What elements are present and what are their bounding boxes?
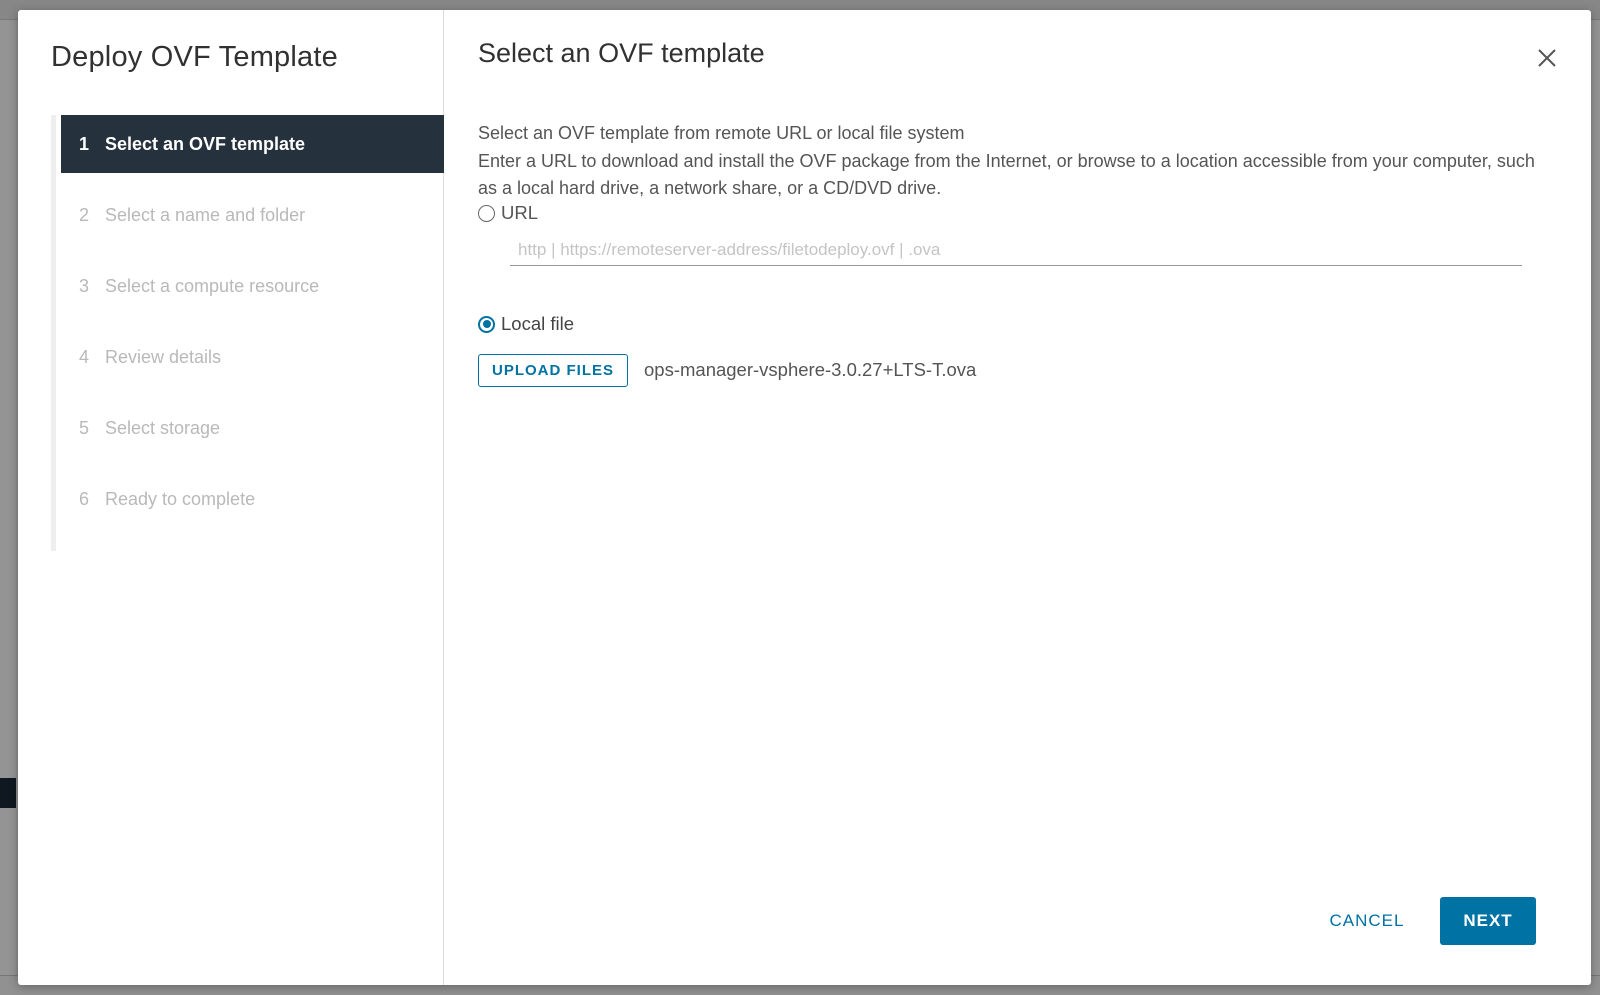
local-file-option-label: Local file xyxy=(501,313,575,334)
url-radio[interactable] xyxy=(478,204,495,222)
step-number: 5 xyxy=(79,417,90,438)
close-button[interactable] xyxy=(1533,44,1561,72)
step-label: Select storage xyxy=(105,417,221,438)
wizard-sidebar: Deploy OVF Template 1 Select an OVF temp… xyxy=(18,10,444,985)
wizard-title: Deploy OVF Template xyxy=(51,41,338,73)
wizard-step-5[interactable]: 5 Select storage xyxy=(61,399,444,457)
close-icon xyxy=(1538,49,1556,67)
step-label: Select a name and folder xyxy=(105,204,306,225)
step-number: 4 xyxy=(79,346,90,367)
instructions: Select an OVF template from remote URL o… xyxy=(478,120,1558,203)
page-title: Select an OVF template xyxy=(478,38,765,68)
wizard-step-6[interactable]: 6 Ready to complete xyxy=(61,470,444,528)
local-file-option[interactable]: Local file xyxy=(478,313,574,335)
step-number: 1 xyxy=(79,133,90,154)
url-option[interactable]: URL xyxy=(478,202,538,224)
url-option-label: URL xyxy=(501,202,539,223)
instructions-line-1: Select an OVF template from remote URL o… xyxy=(478,123,965,143)
local-file-radio[interactable] xyxy=(478,315,495,333)
upload-files-button[interactable]: UPLOAD FILES xyxy=(478,354,628,387)
step-label: Select an OVF template xyxy=(105,133,306,154)
wizard-step-2[interactable]: 2 Select a name and folder xyxy=(61,186,444,244)
steps-rail xyxy=(51,115,56,551)
wizard-steps: 1 Select an OVF template 2 Select a name… xyxy=(61,115,444,541)
next-button[interactable]: NEXT xyxy=(1440,897,1536,945)
selected-file-name: ops-manager-vsphere-3.0.27+LTS-T.ova xyxy=(644,359,977,380)
wizard-step-1[interactable]: 1 Select an OVF template xyxy=(61,115,444,173)
wizard-step-3[interactable]: 3 Select a compute resource xyxy=(61,257,444,315)
step-label: Select a compute resource xyxy=(105,275,320,296)
wizard-step-4[interactable]: 4 Review details xyxy=(61,328,444,386)
step-label: Ready to complete xyxy=(105,488,256,509)
step-number: 3 xyxy=(79,275,90,296)
url-input[interactable] xyxy=(510,234,1522,266)
wizard-content: Select an OVF template Select an OVF tem… xyxy=(444,10,1591,985)
step-number: 6 xyxy=(79,488,90,509)
step-number: 2 xyxy=(79,204,90,225)
step-label: Review details xyxy=(105,346,222,367)
cancel-button[interactable]: CANCEL xyxy=(1312,897,1422,945)
instructions-line-2: Enter a URL to download and install the … xyxy=(478,150,1535,199)
deploy-ovf-dialog: Deploy OVF Template 1 Select an OVF temp… xyxy=(18,10,1591,985)
